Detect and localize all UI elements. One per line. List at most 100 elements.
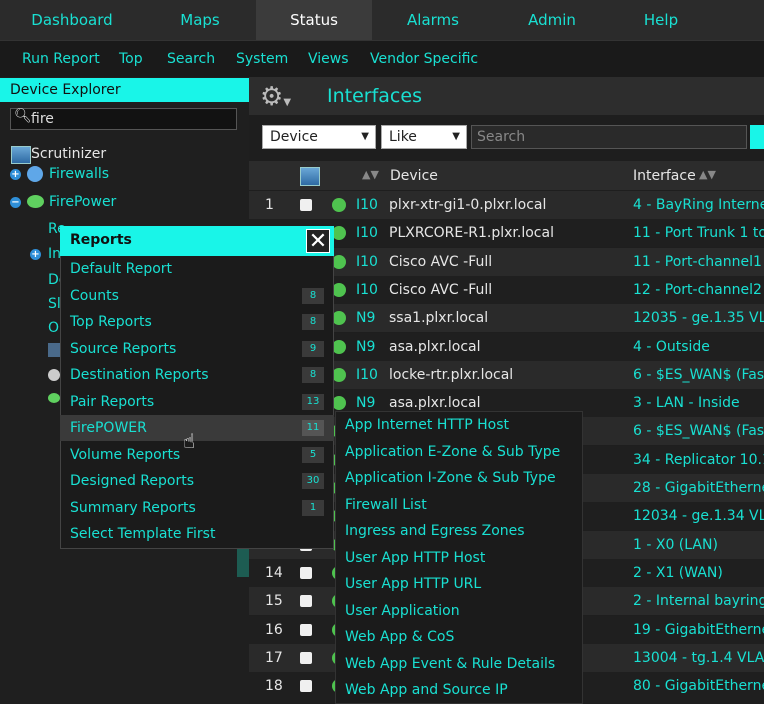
reports-menu-title: Reports: [70, 232, 132, 248]
sub-nav: Run Report Top Search System Views Vendo…: [0, 40, 764, 78]
report-menu-item[interactable]: Select Template First: [60, 521, 334, 547]
device-link[interactable]: plxr-xtr-gi1-0.plxr.local: [389, 197, 546, 213]
device-icon: [48, 393, 60, 403]
row-checkbox[interactable]: [300, 680, 312, 693]
interface-link[interactable]: 6 - $ES_WAN$ (Fast: [633, 423, 764, 439]
table-row[interactable]: 1 I10 plxr-xtr-gi1-0.plxr.local 4 - BayRing…: [249, 191, 764, 219]
device-search-box[interactable]: 🔍︎: [10, 108, 237, 130]
chevron-down-icon: ▼: [452, 131, 460, 142]
network-icon: [300, 167, 320, 186]
submenu-item[interactable]: Firewall List: [345, 497, 427, 513]
status-icon: [332, 226, 346, 241]
report-menu-item[interactable]: Destination Reports 8: [60, 362, 334, 388]
filter-field-value: Device: [270, 129, 318, 145]
flow-version: N9: [356, 338, 376, 355]
flow-version: I10: [356, 197, 378, 213]
main-search-input[interactable]: Search: [471, 125, 747, 149]
tab-status[interactable]: Status: [256, 0, 372, 40]
report-menu-item[interactable]: Pair Reports 13: [60, 389, 334, 415]
sort-icon[interactable]: ▲▼: [362, 168, 379, 181]
gear-icon[interactable]: ⚙▼: [260, 82, 291, 112]
submenu-item[interactable]: Web App Event & Rule Details: [345, 656, 555, 672]
flow-version: N9: [356, 310, 376, 327]
subnav-vendor-specific[interactable]: Vendor Specific: [370, 41, 478, 78]
tab-admin[interactable]: Admin: [494, 0, 610, 40]
sort-icon[interactable]: ▲▼: [699, 168, 716, 181]
subnav-system[interactable]: System: [236, 41, 288, 78]
interface-link[interactable]: 34 - Replicator 10.1: [633, 452, 764, 468]
interface-link[interactable]: 1 - X0 (LAN): [633, 537, 718, 553]
report-menu-item[interactable]: Source Reports 9: [60, 336, 334, 362]
submenu-item[interactable]: Application I-Zone & Sub Type: [345, 470, 556, 486]
interface-link[interactable]: 12035 - ge.1.35 VLA: [633, 310, 764, 326]
subnav-top[interactable]: Top: [119, 41, 143, 78]
submenu-item[interactable]: Application E-Zone & Sub Type: [345, 444, 560, 460]
row-checkbox[interactable]: [300, 651, 312, 664]
close-icon[interactable]: ✕: [306, 229, 330, 254]
device-link[interactable]: Cisco AVC -Full: [389, 282, 492, 298]
device-link[interactable]: locke-rtr.plxr.local: [389, 367, 513, 383]
tab-maps[interactable]: Maps: [144, 0, 256, 40]
device-link[interactable]: Cisco AVC -Full: [389, 254, 492, 270]
interface-link[interactable]: 80 - GigabitEthernet: [633, 678, 764, 694]
interface-link[interactable]: 3 - LAN - Inside: [633, 395, 740, 411]
tree-partial-item[interactable]: Sl: [48, 296, 61, 312]
report-menu-item[interactable]: Summary Reports 1: [60, 495, 334, 521]
row-checkbox[interactable]: [300, 566, 312, 579]
interface-link[interactable]: 28 - GigabitEthernet: [633, 480, 764, 496]
submenu-item[interactable]: User Application: [345, 603, 460, 619]
interface-link[interactable]: 2 - Internal bayring: [633, 593, 764, 609]
submenu-item[interactable]: Web App & CoS: [345, 629, 454, 645]
report-menu-item[interactable]: Volume Reports 5: [60, 442, 334, 468]
interface-link[interactable]: 11 - Port Trunk 1 to: [633, 225, 764, 241]
interface-link[interactable]: 13004 - tg.1.4 VLAN: [633, 650, 764, 666]
interface-link[interactable]: 19 - GigabitEthernet: [633, 622, 764, 638]
filter-op-select[interactable]: Like ▼: [381, 125, 467, 149]
report-menu-item[interactable]: Default Report: [60, 256, 334, 282]
interface-link[interactable]: 12 - Port-channel2 (: [633, 282, 764, 298]
submenu-item[interactable]: Web App and Source IP: [345, 682, 508, 698]
interface-link[interactable]: 11 - Port-channel1 (: [633, 254, 764, 270]
submenu-item[interactable]: App Internet HTTP Host: [345, 417, 509, 433]
tree-firewalls[interactable]: Firewalls: [49, 166, 109, 182]
report-menu-item[interactable]: Designed Reports 30: [60, 468, 334, 494]
interface-link[interactable]: 4 - BayRing Interne: [633, 197, 764, 213]
device-link[interactable]: PLXRCORE-R1.plxr.local: [389, 225, 554, 241]
subnav-views[interactable]: Views: [308, 41, 349, 78]
tree-firepower[interactable]: FirePower: [49, 194, 116, 210]
report-menu-item[interactable]: FirePOWER 11: [60, 415, 334, 441]
report-menu-item[interactable]: Counts 8: [60, 283, 334, 309]
device-link[interactable]: ssa1.plxr.local: [389, 310, 488, 326]
row-number: 14: [265, 564, 283, 581]
expand-icon[interactable]: +: [30, 249, 41, 260]
flow-version: I10: [356, 366, 378, 383]
interface-link[interactable]: 4 - Outside: [633, 339, 710, 355]
submenu-item[interactable]: Ingress and Egress Zones: [345, 523, 525, 539]
filter-field-select[interactable]: Device ▼: [262, 125, 376, 149]
row-checkbox[interactable]: [300, 595, 312, 608]
interface-link[interactable]: 2 - X1 (WAN): [633, 565, 723, 581]
interface-link[interactable]: 12034 - ge.1.34 VLA: [633, 508, 764, 524]
row-checkbox[interactable]: [300, 199, 312, 211]
tab-help[interactable]: Help: [610, 0, 712, 40]
column-device[interactable]: Device: [390, 168, 438, 184]
device-link[interactable]: asa.plxr.local: [389, 395, 481, 411]
report-menu-label: Select Template First: [70, 526, 216, 542]
device-search-input[interactable]: [31, 110, 231, 128]
subnav-search[interactable]: Search: [167, 41, 215, 78]
column-interface[interactable]: Interface: [633, 168, 696, 184]
tab-alarms[interactable]: Alarms: [372, 0, 494, 40]
tree-root-scrutinizer[interactable]: Scrutinizer: [31, 146, 106, 162]
submenu-item[interactable]: User App HTTP URL: [345, 576, 481, 592]
subnav-run-report[interactable]: Run Report: [22, 41, 100, 78]
tab-dashboard[interactable]: Dashboard: [0, 0, 144, 40]
interface-link[interactable]: 6 - $ES_WAN$ (Fast: [633, 367, 764, 383]
device-link[interactable]: asa.plxr.local: [389, 339, 481, 355]
expand-firewalls-icon[interactable]: +: [10, 169, 21, 180]
tree-partial-item[interactable]: O: [48, 320, 59, 336]
collapse-firepower-icon[interactable]: −: [10, 197, 21, 208]
report-menu-item[interactable]: Top Reports 8: [60, 309, 334, 335]
submenu-item[interactable]: User App HTTP Host: [345, 550, 485, 566]
add-filter-button[interactable]: [750, 125, 764, 149]
row-checkbox[interactable]: [300, 623, 312, 636]
